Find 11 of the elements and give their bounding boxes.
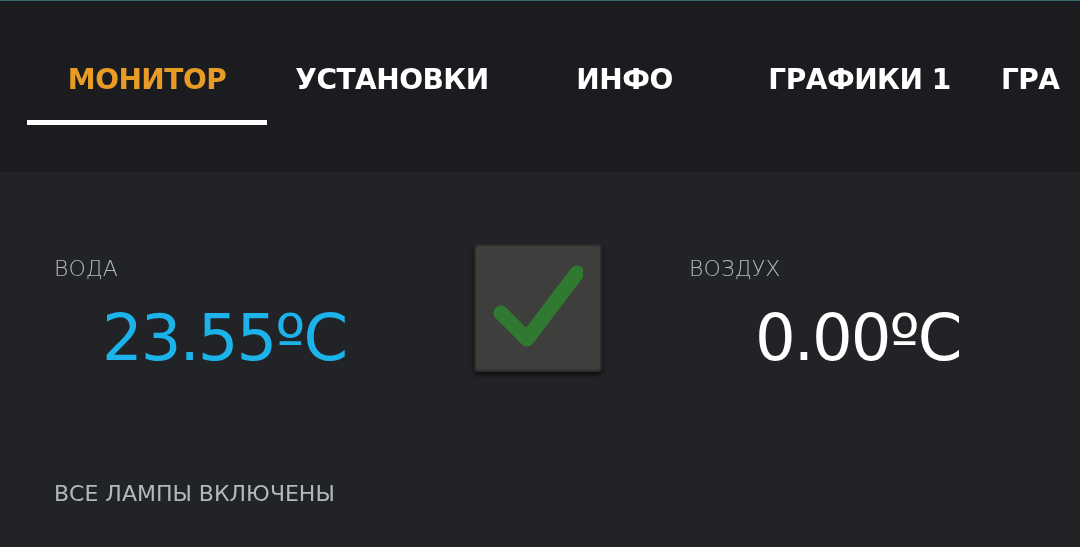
tab[interactable]: МОНИТОР bbox=[27, 63, 267, 125]
water-label: ВОДА bbox=[54, 256, 119, 281]
status-checkbox[interactable] bbox=[474, 244, 602, 372]
tab[interactable]: УСТАНОВКИ bbox=[267, 63, 517, 125]
water-temperature: 23.55ºC bbox=[102, 301, 347, 375]
tab[interactable]: ГРАФИКИ 1 bbox=[732, 63, 987, 125]
tab[interactable]: ИНФО bbox=[517, 63, 732, 125]
lamps-status: ВСЕ ЛАМПЫ ВКЛЮЧЕНЫ bbox=[54, 480, 336, 508]
tab[interactable]: ГРА bbox=[987, 63, 1080, 125]
air-temperature: 0.00ºC bbox=[755, 301, 961, 375]
air-label: ВОЗДУХ bbox=[689, 256, 782, 281]
